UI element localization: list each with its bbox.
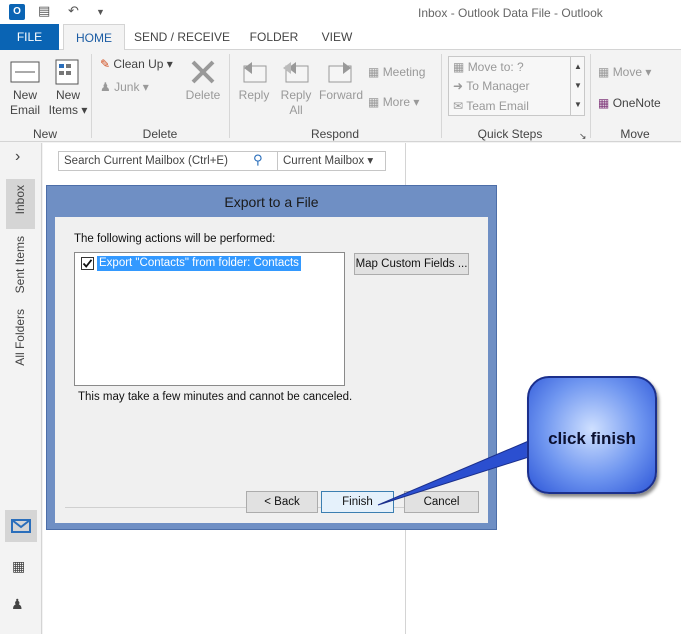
callout-text: click finish [548, 429, 636, 448]
callout-bubble: click finish [527, 376, 657, 494]
callout-pointer [377, 439, 536, 506]
